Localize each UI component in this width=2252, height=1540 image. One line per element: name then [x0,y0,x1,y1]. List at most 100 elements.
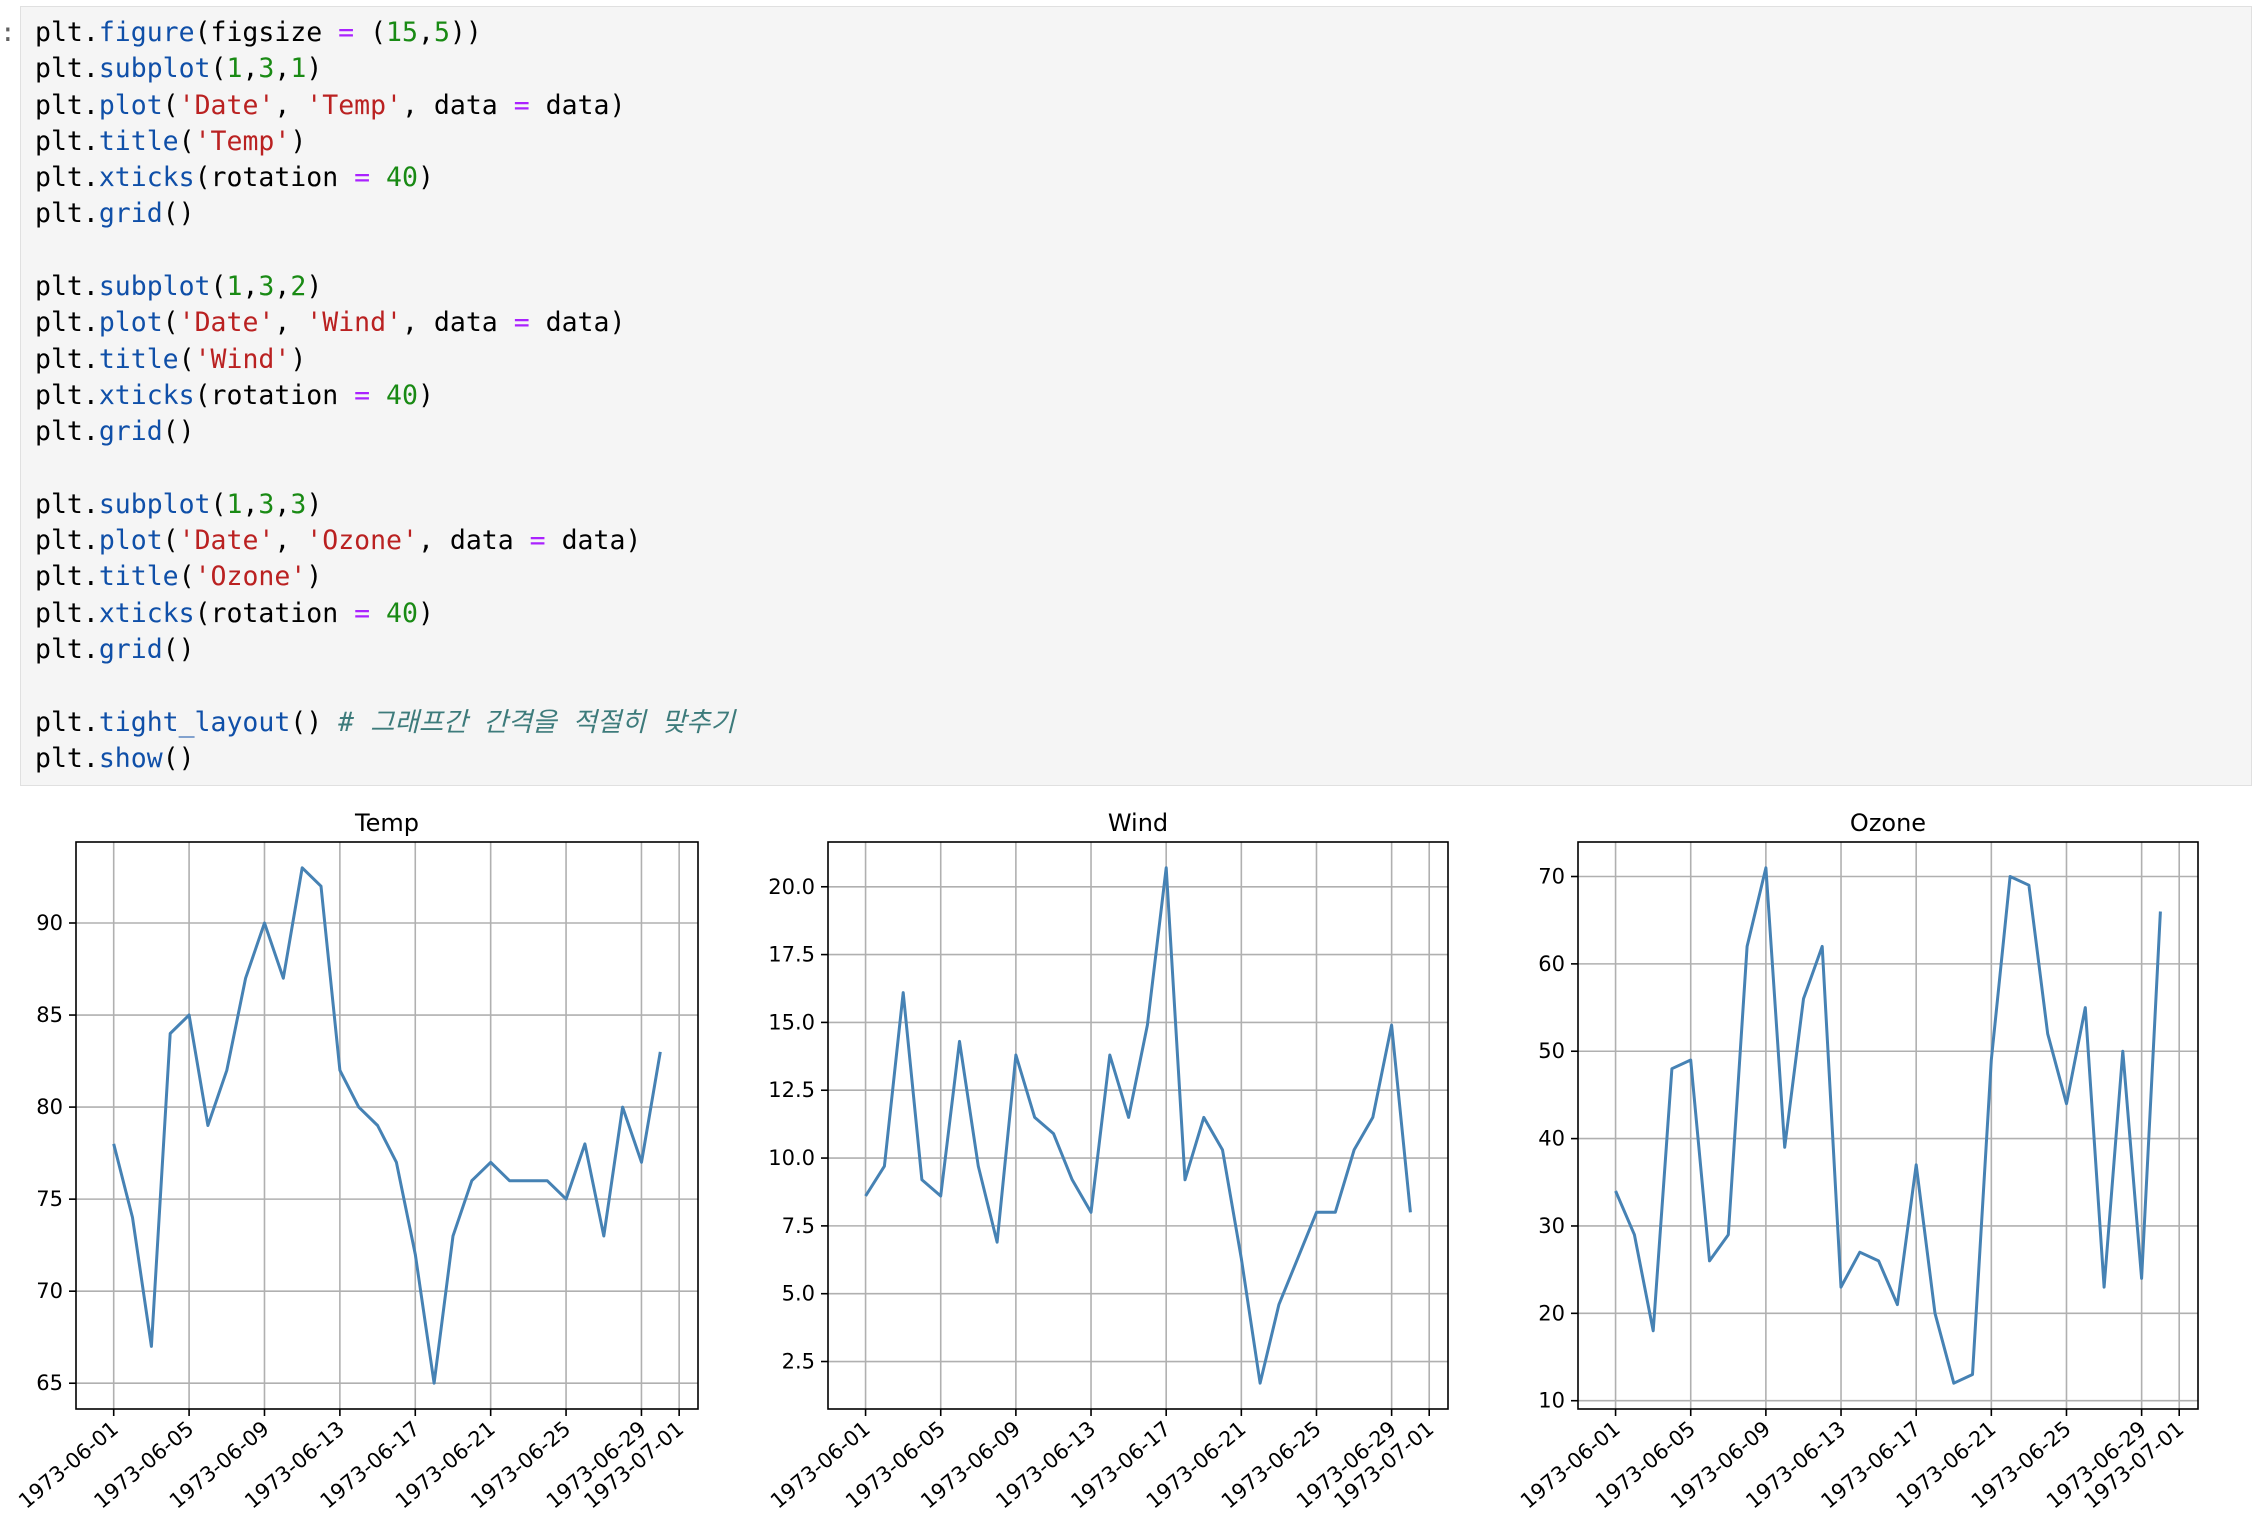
code-token: , [274,488,291,520]
code-token: plot [98,307,163,339]
output-figure: 1973-06-011973-06-051973-06-091973-06-13… [14,809,2199,1513]
series-line-wind [864,866,1412,1385]
code-token: = [513,89,530,121]
y-tick-label: 10 [1538,1389,1565,1413]
code-token: ( [210,53,227,85]
y-tick-label: 85 [36,1003,63,1027]
code-token: ( [178,125,195,157]
y-tick-label: 20 [1538,1301,1565,1325]
series-line-ozone [1614,866,2162,1385]
code-token: plt. [35,742,99,774]
code-token: , data [402,307,514,339]
code-token: 'Ozone' [306,525,418,557]
code-token: 40 [386,162,418,194]
axes-frame [827,841,1449,1410]
code-token: 1 [226,53,243,85]
y-tick-label: 20.0 [768,875,815,899]
code-token: plt. [35,525,99,557]
code-line: plt.title('Temp') [35,124,735,160]
y-tick-label: 65 [36,1371,63,1395]
code-token: 'Temp' [194,125,291,157]
code-token: () [162,634,195,666]
code-token: plt. [35,125,99,157]
code-token: plt. [35,89,99,121]
code-token: () [162,416,195,448]
code-line: plt.plot('Date', 'Wind', data = data) [35,305,735,341]
code-token: grid [98,416,163,448]
code-token: 1 [226,271,243,303]
code-token: 2 [290,271,307,303]
code-token: 1 [290,53,307,85]
series-line-temp [112,866,662,1385]
code-token: ( [354,17,387,48]
code-token: 'Temp' [306,89,403,121]
code-token: , [417,17,434,48]
code-cell[interactable]: plt.figure(figsize = (15,5)) plt.subplot(… [20,6,2252,786]
code-token: ) [306,271,323,303]
code-line: plt.plot('Date', 'Ozone', data = data) [35,523,735,559]
code-token: = [529,525,546,557]
code-token: )) [449,17,482,48]
code-token: 'Ozone' [194,561,307,593]
chart-title: Ozone [1850,809,1926,837]
code-token: ) [306,53,323,85]
y-tick-label: 17.5 [768,943,815,967]
y-tick-label: 40 [1538,1127,1565,1151]
code-line: plt.plot('Date', 'Temp', data = data) [35,88,735,124]
code-token: 5 [433,17,450,48]
cell-prompt: : [0,18,16,48]
code-line: plt.grid() [35,196,735,232]
code-token: 3 [290,488,307,520]
code-token: plt. [35,488,99,520]
code-line: plt.xticks(rotation = 40) [35,378,735,414]
code-line: plt.show() [35,741,735,777]
code-token: title [98,561,179,593]
y-tick-label: 2.5 [782,1350,815,1374]
code-token: (rotation [194,379,355,411]
code-line: plt.title('Ozone') [35,559,735,595]
code-token: () [162,742,195,774]
code-line: plt.subplot(1,3,2) [35,269,735,305]
code-token: figure [98,17,195,48]
code-token: ) [417,597,434,629]
code-token: = [354,379,371,411]
code-line: plt.tight_layout() # 그래프간 간격을 적절히 맞추기 [35,705,735,741]
code-token: 3 [258,53,275,85]
code-token: ) [306,488,323,520]
y-tick-label: 10.0 [768,1146,815,1170]
code-token: data) [529,89,626,121]
code-token: , [274,89,307,121]
y-tick-label: 30 [1538,1214,1565,1238]
code-token: 'Date' [178,307,275,339]
code-line: plt.xticks(rotation = 40) [35,160,735,196]
code-token: ) [290,343,307,375]
code-token: , data [402,89,514,121]
code-token: 15 [386,17,418,48]
code-token: () [162,198,195,230]
y-tick-label: 15.0 [768,1010,815,1034]
code-token: 'Wind' [306,307,403,339]
code-token: 'Date' [178,89,275,121]
code-token: , [242,271,259,303]
code-token: subplot [98,271,211,303]
y-tick-label: 80 [36,1095,63,1119]
code-token: plt. [35,17,99,48]
code-token: grid [98,634,163,666]
code-token: xticks [98,162,195,194]
y-tick-label: 50 [1538,1039,1565,1063]
code-token: ) [306,561,323,593]
code-token: plt. [35,597,99,629]
code-token: 3 [258,488,275,520]
code-token: (rotation [194,597,355,629]
code-token: , [242,53,259,85]
code-token: ( [162,525,179,557]
code-token: subplot [98,53,211,85]
code-editor[interactable]: plt.figure(figsize = (15,5)) plt.subplot(… [35,15,735,777]
y-tick-label: 7.5 [782,1214,815,1238]
y-tick-label: 12.5 [768,1078,815,1102]
code-token: , [274,525,307,557]
code-token: ( [178,343,195,375]
